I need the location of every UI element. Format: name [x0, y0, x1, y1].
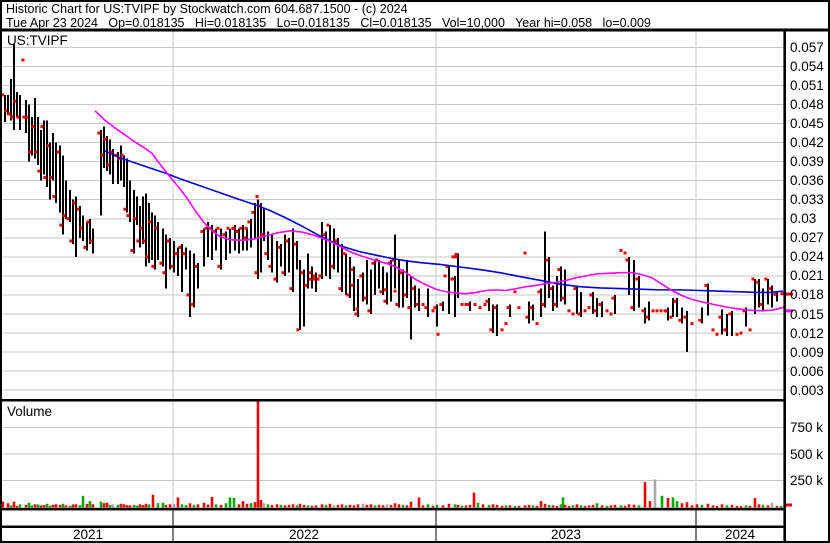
price-tick-label: 0.048	[790, 96, 824, 112]
price-tick-label: 0.021	[790, 268, 824, 284]
price-tick-label: 0.051	[790, 77, 824, 93]
price-tick-label: 0.012	[790, 325, 824, 341]
symbol-label: US:TVIPF	[7, 33, 68, 48]
price-tick-label: 0.006	[790, 363, 824, 379]
year-label: 2023	[550, 527, 582, 542]
price-tick-label: 0.042	[790, 135, 824, 151]
price-tick-label: 0.003	[790, 382, 824, 398]
quote-line: Tue Apr 23 2024 Op=0.018135 Hi=0.018135 …	[6, 15, 651, 30]
volume-tick-label: 750 k	[790, 420, 824, 435]
volume-tick-label: 250 k	[790, 473, 824, 488]
price-tick-label: 0.057	[790, 39, 824, 55]
price-tick-label: 0.039	[790, 154, 824, 170]
price-tick-label: 0.036	[790, 173, 824, 189]
price-tick-label: 0.045	[790, 116, 824, 131]
price-tick-label: 0.024	[790, 249, 824, 265]
price-tick-label: 0.009	[790, 344, 824, 360]
chart-canvas	[0, 0, 830, 543]
chart-title: Historic Chart for US:TVIPF by Stockwatc…	[6, 2, 408, 16]
price-tick-label: 0.054	[790, 58, 824, 74]
volume-tick-label: 500 k	[790, 446, 824, 462]
volume-pane-label: Volume	[7, 404, 53, 419]
price-tick-label: 0.015	[790, 306, 824, 322]
year-label: 2021	[72, 527, 104, 542]
year-label: 2022	[288, 527, 320, 542]
price-tick-label: 0.027	[790, 230, 824, 246]
price-tick-label: 0.033	[790, 192, 824, 208]
price-tick-label: 0.03	[790, 211, 817, 227]
stock-chart-page: Historic Chart for US:TVIPF by Stockwatc…	[0, 0, 830, 543]
year-label: 2024	[724, 527, 756, 542]
price-tick-label: 0.018	[790, 287, 824, 303]
